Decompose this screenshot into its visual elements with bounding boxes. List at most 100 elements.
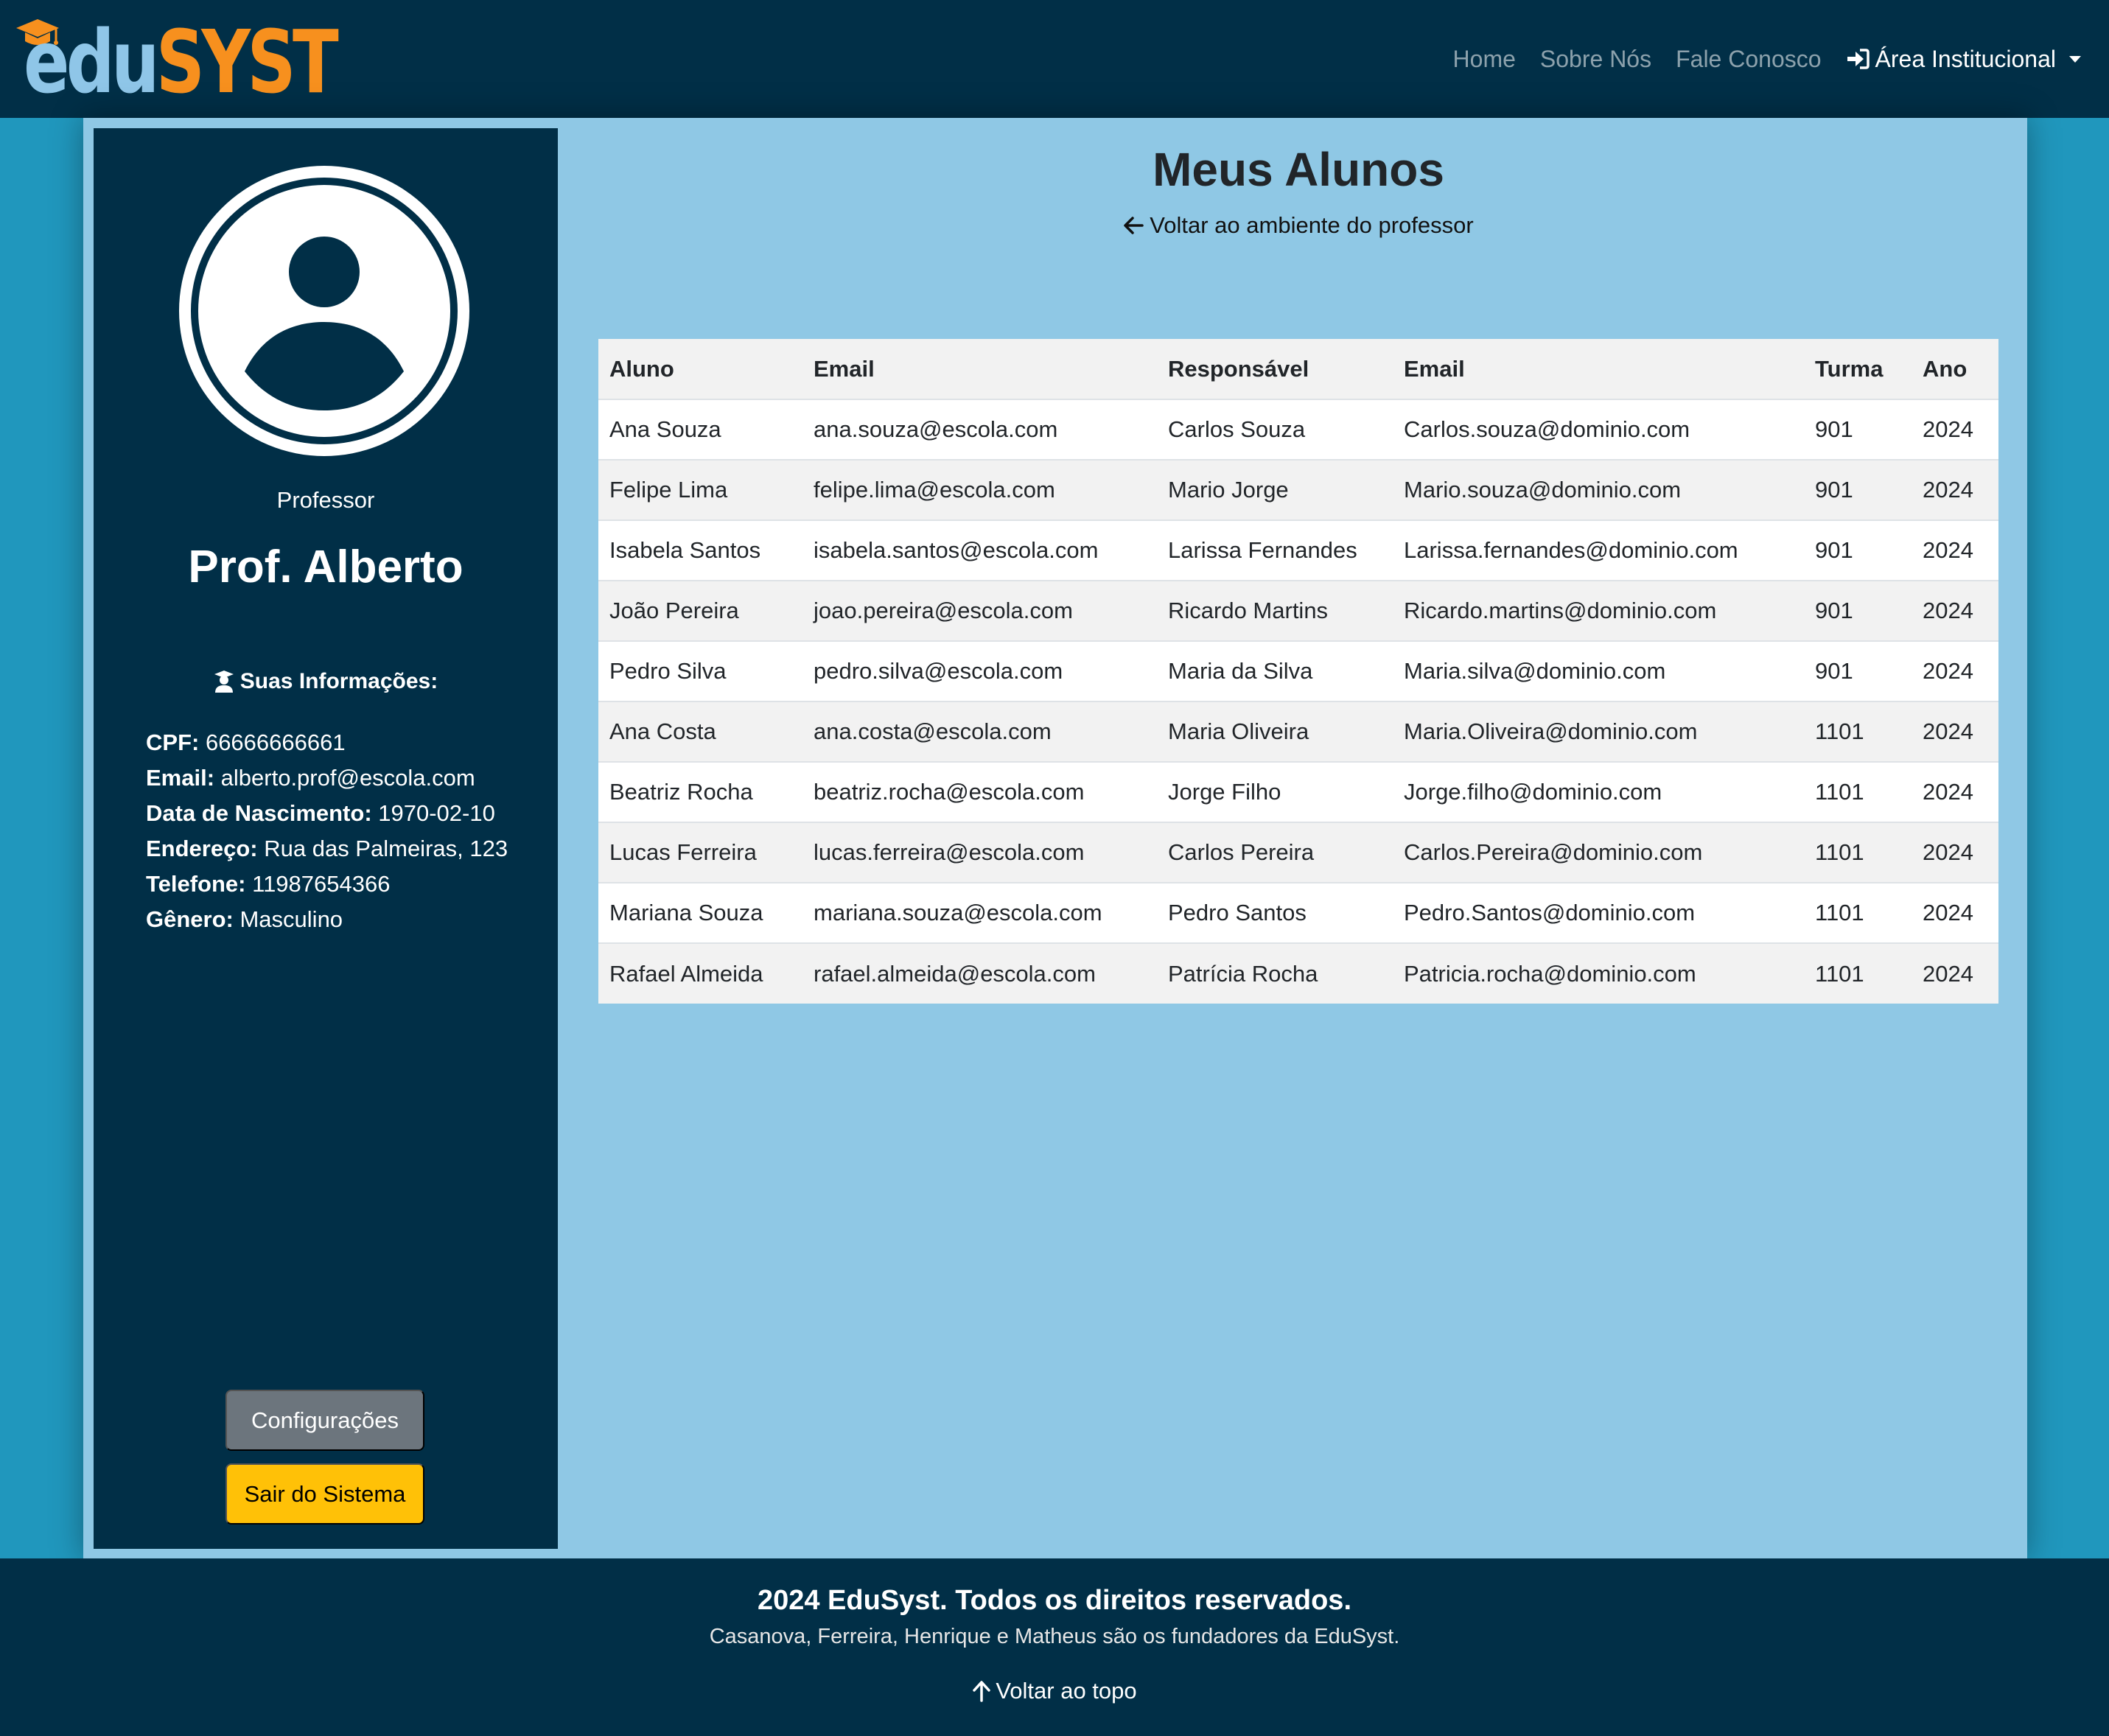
cell-aluno: Isabela Santos [598,519,802,581]
edusyst-logo[interactable]: eduSYST [15,11,339,113]
cell-email: felipe.lima@escola.com [802,459,1157,520]
cell-email-responsavel: Jorge.filho@dominio.com [1393,761,1804,822]
cell-turma: 901 [1804,459,1912,520]
page-title: Meus Alunos [1153,143,1444,196]
cell-email: rafael.almeida@escola.com [802,942,1157,1004]
navbar: eduSYST Home Sobre Nós Fale Conosco Área… [0,0,2109,118]
cell-ano: 2024 [1912,761,1998,822]
cell-aluno: Pedro Silva [598,640,802,701]
info-value: 66666666661 [205,729,346,755]
info-title-label: Suas Informações: [239,669,438,693]
nav-sobre-nos[interactable]: Sobre Nós [1540,46,1651,73]
footer-copyright: 2024 EduSyst. Todos os direitos reservad… [757,1585,1352,1616]
header-email-aluno: Email [802,339,1157,399]
chevron-down-icon [2069,55,2081,63]
table-header-row: Aluno Email Responsável Email Turma Ano [598,339,1998,399]
cell-ano: 2024 [1912,942,1998,1004]
cell-aluno: Mariana Souza [598,882,802,943]
logout-button[interactable]: Sair do Sistema [225,1463,424,1525]
cell-email-responsavel: Patricia.rocha@dominio.com [1393,942,1804,1004]
info-label: Email: [146,765,215,791]
table-row: Rafael Almeida rafael.almeida@escola.com P… [598,942,1998,1004]
info-label: Telefone: [146,871,246,897]
cell-responsavel: Maria da Silva [1157,640,1393,701]
cell-email: ana.costa@escola.com [802,701,1157,762]
cell-email: pedro.silva@escola.com [802,640,1157,701]
cell-turma: 1101 [1804,942,1912,1004]
cell-aluno: Lucas Ferreira [598,822,802,883]
nav-home[interactable]: Home [1453,46,1516,73]
header-aluno: Aluno [598,339,802,399]
table-row: Mariana Souza mariana.souza@escola.com Ped… [598,882,1998,943]
cell-email: isabela.santos@escola.com [802,519,1157,581]
cell-turma: 901 [1804,640,1912,701]
info-gender: Gênero: Masculino [146,902,508,937]
cell-responsavel: Maria Oliveira [1157,701,1393,762]
logo-wordmark: eduSYST [24,10,339,113]
cell-email: ana.souza@escola.com [802,399,1157,460]
cell-email: joao.pereira@escola.com [802,580,1157,641]
table-body: Ana Souza ana.souza@escola.com Carlos Souz… [598,399,1998,1004]
cell-email: beatriz.rocha@escola.com [802,761,1157,822]
back-link-label: Voltar ao ambiente do professor [1150,212,1474,238]
cell-email-responsavel: Maria.silva@dominio.com [1393,640,1804,701]
back-to-top-label: Voltar ao topo [996,1678,1137,1704]
cell-turma: 901 [1804,519,1912,581]
info-list: CPF: 66666666661 Email: alberto.prof@esc… [146,725,508,937]
cell-aluno: Ana Souza [598,399,802,460]
cell-email-responsavel: Pedro.Santos@dominio.com [1393,882,1804,943]
cell-aluno: Beatriz Rocha [598,761,802,822]
info-address: Endereço: Rua das Palmeiras, 123 [146,831,508,867]
info-value: 11987654366 [252,871,391,897]
logo-syst: SYST [155,11,339,113]
cell-email-responsavel: Ricardo.martins@dominio.com [1393,580,1804,641]
students-table: Aluno Email Responsável Email Turma Ano … [598,339,1998,1004]
logo-edu: edu [24,11,159,113]
cell-ano: 2024 [1912,640,1998,701]
back-to-teacher-link[interactable]: Voltar ao ambiente do professor [558,212,2039,239]
cell-ano: 2024 [1912,519,1998,581]
table-row: Felipe Lima felipe.lima@escola.com Mario J… [598,459,1998,520]
table-row: Pedro Silva pedro.silva@escola.com Maria d… [598,640,1998,701]
footer: 2024 EduSyst. Todos os direitos reservad… [0,1558,2109,1736]
cell-email-responsavel: Carlos.souza@dominio.com [1393,399,1804,460]
cell-aluno: Rafael Almeida [598,942,802,1004]
nav-links: Home Sobre Nós Fale Conosco Área Institu… [1429,0,2081,118]
cell-email-responsavel: Larissa.fernandes@dominio.com [1393,519,1804,581]
cell-turma: 1101 [1804,761,1912,822]
cell-ano: 2024 [1912,701,1998,762]
cell-responsavel: Jorge Filho [1157,761,1393,822]
cell-ano: 2024 [1912,882,1998,943]
cell-email-responsavel: Maria.Oliveira@dominio.com [1393,701,1804,762]
header-email-responsavel: Email [1393,339,1804,399]
cell-ano: 2024 [1912,580,1998,641]
cell-aluno: João Pereira [598,580,802,641]
nav-area-institucional-dropdown[interactable]: Área Institucional [1846,46,2081,73]
table-row: João Pereira joao.pereira@escola.com Ricar… [598,580,1998,641]
header-turma: Turma [1804,339,1912,399]
cell-email: mariana.souza@escola.com [802,882,1157,943]
back-to-top-link[interactable]: Voltar ao topo [0,1678,2109,1704]
cell-responsavel: Carlos Pereira [1157,822,1393,883]
table-row: Ana Costa ana.costa@escola.com Maria Olive… [598,701,1998,762]
table-row: Beatriz Rocha beatriz.rocha@escola.com Jor… [598,761,1998,822]
info-birthdate: Data de Nascimento: 1970-02-10 [146,796,508,831]
info-value: 1970-02-10 [378,800,495,826]
cell-turma: 1101 [1804,701,1912,762]
cell-turma: 1101 [1804,822,1912,883]
info-label: Endereço: [146,836,258,861]
cell-email: lucas.ferreira@escola.com [802,822,1157,883]
cell-responsavel: Larissa Fernandes [1157,519,1393,581]
user-graduate-icon [214,671,234,693]
footer-founders: Casanova, Ferreira, Henrique e Matheus s… [709,1625,1400,1648]
arrow-up-icon [973,1681,991,1702]
nav-fale-conosco[interactable]: Fale Conosco [1676,46,1821,73]
cell-ano: 2024 [1912,459,1998,520]
info-value: alberto.prof@escola.com [220,765,475,791]
config-button[interactable]: Configurações [225,1390,424,1451]
info-phone: Telefone: 11987654366 [146,867,508,902]
cell-aluno: Felipe Lima [598,459,802,520]
cell-turma: 901 [1804,580,1912,641]
info-label: Data de Nascimento: [146,800,372,826]
profile-sidebar: Professor Prof. Alberto Suas Informações… [94,128,558,1549]
